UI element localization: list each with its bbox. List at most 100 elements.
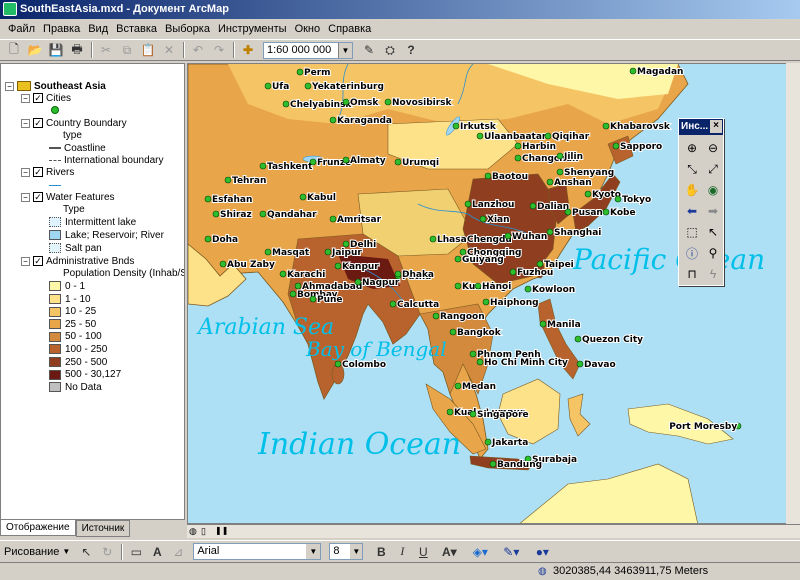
tab-display[interactable]: Отображение — [0, 520, 76, 536]
edit-vertices-icon[interactable]: ⊿ — [168, 543, 188, 561]
city-marker — [574, 335, 582, 343]
copy-icon[interactable]: ⧉ — [117, 41, 137, 59]
delete-icon[interactable]: ✕ — [159, 41, 179, 59]
full-extent-icon[interactable]: ◉ — [703, 180, 723, 200]
map-horizontal-scrollbar[interactable]: ◍ ▯ ❚❚ — [187, 524, 800, 538]
select-elements-icon[interactable]: ↖ — [703, 222, 723, 242]
editor-icon[interactable]: ✎ — [359, 41, 379, 59]
close-icon[interactable]: × — [710, 120, 722, 133]
city-marker — [546, 178, 554, 186]
redo-icon[interactable]: ↷ — [209, 41, 229, 59]
arctoolbox-icon[interactable]: ⛭ — [380, 41, 400, 59]
map-vertical-scrollbar[interactable] — [786, 63, 800, 524]
tools-grid: ⊕ ⊖ ⤡ ⤢ ✋ ◉ ⬅ ➡ ⬚ ↖ ⓘ ⚲ ⊓ ϟ — [679, 135, 723, 287]
layer-rivers[interactable]: − ✓ Rivers — [21, 166, 74, 179]
select-elements-icon[interactable]: ↖ — [76, 543, 96, 561]
layer-checkbox[interactable]: ✓ — [33, 118, 43, 129]
forward-extent-icon[interactable]: ➡ — [703, 201, 723, 221]
paste-icon[interactable]: 📋 — [138, 41, 158, 59]
fixed-zoom-in-icon[interactable]: ⤡ — [682, 159, 702, 179]
measure-icon[interactable]: ⊓ — [682, 264, 702, 284]
tools-panel-title[interactable]: Инс... × — [679, 119, 723, 135]
scroll-pause-icon[interactable]: ❚❚ — [215, 526, 228, 535]
density-swatch — [49, 331, 61, 342]
hyperlink-icon[interactable]: ϟ — [703, 264, 723, 284]
collapse-icon[interactable]: − — [21, 256, 30, 266]
collapse-icon[interactable]: − — [21, 167, 30, 177]
city-label: Qandahar — [267, 210, 317, 220]
city-marker — [429, 235, 437, 243]
toc-tabs: Отображение Источник — [0, 520, 185, 538]
whats-this-icon[interactable]: ? — [401, 41, 421, 59]
chevron-down-icon[interactable]: ▼ — [338, 42, 352, 58]
add-data-icon[interactable]: ✚ — [238, 41, 258, 59]
chevron-down-icon[interactable]: ▼ — [62, 547, 70, 556]
font-color-icon[interactable]: A▾ — [434, 543, 464, 561]
menu-file[interactable]: Файл — [4, 23, 39, 35]
find-icon[interactable]: ⚲ — [703, 243, 723, 263]
font-size-select[interactable]: 8 ▼ — [329, 543, 364, 560]
menu-insert[interactable]: Вставка — [112, 23, 161, 35]
layer-checkbox[interactable]: ✓ — [33, 256, 43, 267]
map-scale-combo[interactable]: 1:60 000 000 ▼ — [263, 41, 353, 59]
underline-icon[interactable]: U — [413, 543, 433, 561]
text-icon[interactable]: A — [147, 543, 167, 561]
legend-label: Lake; Reservoir; River — [65, 230, 164, 241]
chevron-down-icon[interactable]: ▼ — [306, 544, 321, 559]
layer-checkbox[interactable]: ✓ — [33, 167, 43, 178]
rotate-icon[interactable]: ↻ — [97, 543, 117, 561]
collapse-icon[interactable]: − — [21, 192, 30, 202]
save-icon[interactable]: 💾 — [46, 41, 66, 59]
menu-selection[interactable]: Выборка — [161, 23, 214, 35]
chevron-down-icon[interactable]: ▼ — [350, 544, 363, 559]
layer-checkbox[interactable]: ✓ — [33, 93, 43, 104]
density-label: 10 - 25 — [65, 306, 97, 318]
menu-view[interactable]: Вид — [84, 23, 112, 35]
tab-source[interactable]: Источник — [75, 520, 131, 537]
identify-icon[interactable]: ⓘ — [682, 243, 702, 263]
menu-tools[interactable]: Инструменты — [214, 23, 291, 35]
back-extent-icon[interactable]: ⬅ — [682, 201, 702, 221]
collapse-icon[interactable]: − — [21, 93, 30, 103]
collapse-icon[interactable]: − — [5, 81, 14, 91]
undo-icon[interactable]: ↶ — [188, 41, 208, 59]
city-label: Doha — [212, 235, 238, 245]
drawing-menu[interactable]: Рисование — [4, 546, 59, 558]
city-marker — [259, 210, 267, 218]
density-class: 25 - 50 — [49, 318, 96, 331]
city-marker — [474, 282, 482, 290]
rectangle-icon[interactable]: ▭ — [126, 543, 146, 561]
menu-help[interactable]: Справка — [324, 23, 375, 35]
pan-icon[interactable]: ✋ — [682, 180, 702, 200]
city-label: Jaipur — [331, 248, 362, 258]
layer-cities[interactable]: − ✓ Cities — [21, 92, 71, 105]
fixed-zoom-out-icon[interactable]: ⤢ — [703, 159, 723, 179]
marker-color-icon[interactable]: ●▾ — [527, 543, 557, 561]
italic-icon[interactable]: I — [392, 543, 412, 561]
menu-window[interactable]: Окно — [291, 23, 325, 35]
city-marker — [602, 122, 610, 130]
line-color-icon[interactable]: ✎▾ — [496, 543, 526, 561]
open-icon[interactable]: 📂 — [25, 41, 45, 59]
layer-checkbox[interactable]: ✓ — [33, 192, 43, 203]
bold-icon[interactable]: B — [371, 543, 391, 561]
city-marker — [212, 210, 220, 218]
city-marker — [482, 298, 490, 306]
globe-icon[interactable]: ◍ — [189, 526, 197, 537]
legend-item: Lake; Reservoir; River — [49, 229, 164, 242]
zoom-out-icon[interactable]: ⊖ — [703, 138, 723, 158]
collapse-icon[interactable]: − — [21, 118, 30, 128]
fill-color-icon[interactable]: ◈▾ — [465, 543, 495, 561]
zoom-in-icon[interactable]: ⊕ — [682, 138, 702, 158]
city-marker — [304, 82, 312, 90]
print-icon[interactable]: 🖶 — [67, 41, 87, 59]
select-features-icon[interactable]: ⬚ — [682, 222, 702, 242]
page-icon[interactable]: ▯ — [201, 526, 206, 537]
cut-icon[interactable]: ✂ — [96, 41, 116, 59]
font-name-select[interactable]: Arial ▼ — [193, 543, 322, 560]
city-marker — [454, 282, 462, 290]
menu-edit[interactable]: Правка — [39, 23, 84, 35]
new-icon[interactable]: 🗋 — [4, 41, 24, 59]
city-marker — [584, 190, 592, 198]
city-label: Pune — [317, 295, 343, 305]
